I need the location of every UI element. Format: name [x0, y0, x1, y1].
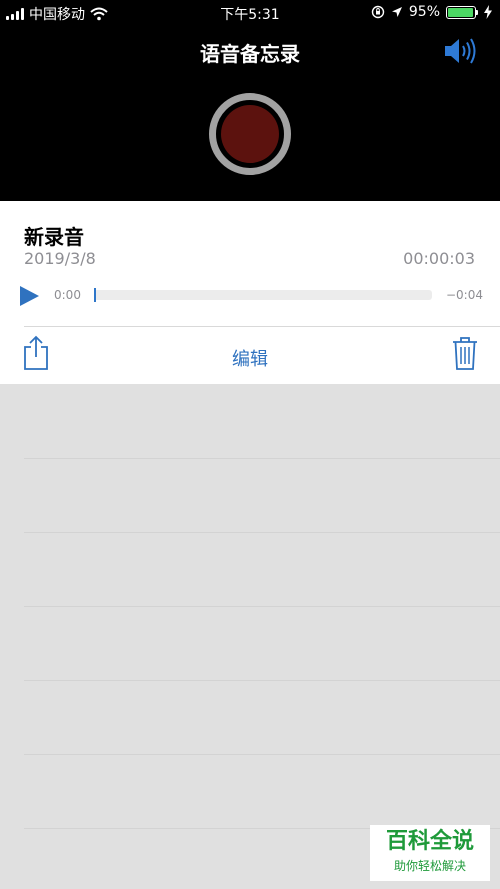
list-row-divider — [24, 458, 500, 459]
header: 语音备忘录 — [0, 26, 500, 201]
page-title: 语音备忘录 — [200, 42, 300, 66]
elapsed-time: 0:00 — [54, 288, 81, 302]
list-row-divider — [24, 754, 500, 755]
recording-title: 新录音 — [24, 225, 84, 249]
playback-scrubber[interactable] — [94, 288, 432, 302]
trash-icon[interactable] — [451, 335, 479, 371]
battery-percent: 95% — [408, 4, 440, 20]
list-row-divider — [24, 606, 500, 607]
battery-icon — [446, 5, 476, 19]
recording-date: 2019/3/8 — [24, 249, 96, 268]
record-icon — [221, 105, 279, 163]
remaining-time: −0:04 — [445, 288, 483, 302]
record-button[interactable] — [209, 93, 291, 175]
battery-tip — [476, 9, 478, 15]
list-row-divider — [24, 532, 500, 533]
recording-duration: 00:00:03 — [403, 249, 475, 268]
recordings-list-empty — [0, 384, 500, 889]
battery-fill — [448, 7, 473, 17]
status-bar: 中国移动 下午5:31 95% — [0, 0, 500, 26]
divider — [24, 326, 500, 327]
recording-card: 新录音 2019/3/8 00:00:03 0:00 −0:04 编辑 — [0, 201, 500, 384]
playhead[interactable] — [94, 288, 96, 302]
list-row-divider — [24, 680, 500, 681]
status-right: 95% — [371, 4, 492, 20]
watermark-sub: 助你轻松解决 — [393, 859, 466, 873]
location-icon — [391, 7, 402, 17]
play-icon[interactable] — [17, 284, 41, 308]
speaker-icon[interactable] — [442, 36, 478, 66]
watermark-logo: 百科全说 助你轻松解决 — [370, 825, 490, 881]
edit-button[interactable]: 编辑 — [0, 345, 500, 371]
orientation-lock-icon — [371, 5, 385, 19]
watermark-main: 百科全说 — [385, 829, 474, 854]
charging-icon — [484, 5, 492, 19]
